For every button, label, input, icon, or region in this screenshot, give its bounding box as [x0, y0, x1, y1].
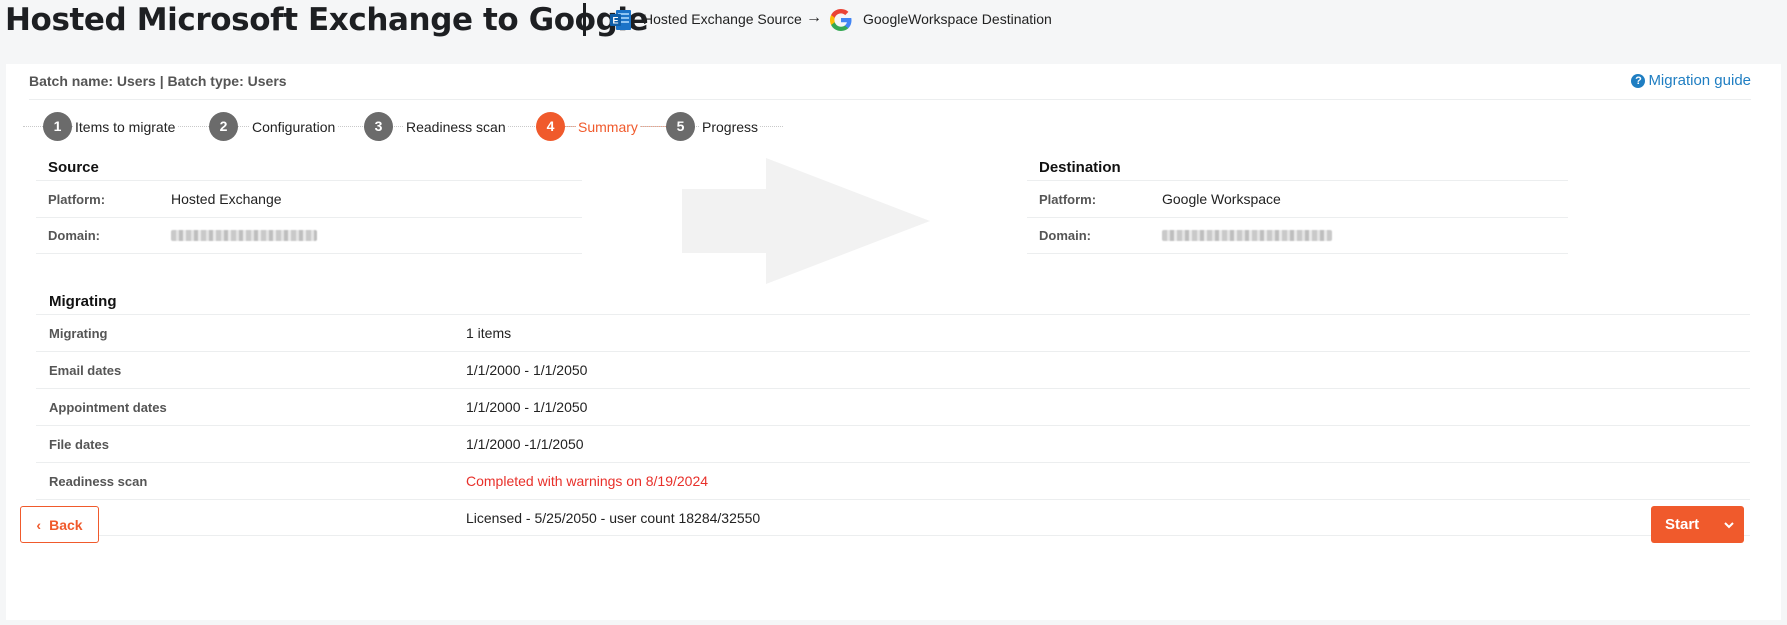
start-label: Start: [1665, 516, 1700, 533]
source-panel: Source Platform: Hosted Exchange Domain:: [36, 156, 582, 254]
step-number: 5: [666, 112, 695, 141]
step-label: Configuration: [250, 118, 338, 135]
back-label: Back: [49, 516, 83, 533]
row-value: 1 items: [466, 325, 512, 341]
source-domain-row: Domain:: [36, 217, 582, 254]
page-title: Hosted Microsoft Exchange to Google: [5, 2, 649, 38]
chevron-left-icon: ‹: [36, 516, 42, 533]
start-button[interactable]: Start: [1651, 506, 1744, 543]
destination-platform-row: Platform: Google Workspace: [1027, 180, 1568, 217]
destination-panel: Destination Platform: Google Workspace D…: [1027, 156, 1568, 254]
step-label: Summary: [576, 118, 640, 135]
migrating-title: Migrating: [49, 293, 117, 310]
title-divider: [583, 3, 586, 36]
redacted-domain: [1162, 228, 1332, 244]
table-row: License Licensed - 5/25/2050 - user coun…: [36, 499, 1750, 536]
step-readiness-scan[interactable]: 3 Readiness scan: [364, 112, 508, 141]
wizard-stepper: 1 Items to migrate 2 Configuration 3 Rea…: [23, 111, 783, 143]
divider: [29, 99, 1751, 100]
redacted-domain: [171, 228, 317, 244]
back-button[interactable]: ‹ Back: [20, 506, 99, 543]
row-key: File dates: [49, 436, 109, 452]
row-key: Platform:: [1039, 191, 1097, 207]
arrow-right-icon: →: [806, 9, 822, 26]
batch-info: Batch name: Users | Batch type: Users: [29, 73, 287, 89]
step-number: 1: [43, 112, 72, 141]
table-row: Migrating 1 items: [36, 314, 1750, 351]
step-configuration[interactable]: 2 Configuration: [209, 112, 338, 141]
step-label: Progress: [700, 118, 761, 135]
step-number: 4: [536, 112, 565, 141]
row-key: Domain:: [1039, 228, 1091, 243]
destination-title: Destination: [1039, 159, 1121, 176]
table-row: Appointment dates 1/1/2000 - 1/1/2050: [36, 388, 1750, 425]
row-key: Platform:: [48, 191, 106, 207]
row-key: Migrating: [49, 325, 108, 341]
row-value: 1/1/2000 - 1/1/2050: [466, 399, 588, 415]
row-key: Domain:: [48, 228, 100, 243]
table-row: File dates 1/1/2000 -1/1/2050: [36, 425, 1750, 462]
row-value: Google Workspace: [1162, 191, 1281, 207]
row-key: Appointment dates: [49, 399, 167, 415]
table-row: Email dates 1/1/2000 - 1/1/2050: [36, 351, 1750, 388]
readiness-status: Completed with warnings on 8/19/2024: [466, 473, 709, 489]
row-value: Licensed - 5/25/2050 - user count 18284/…: [466, 509, 761, 526]
step-label: Items to migrate: [73, 118, 178, 135]
direction-arrow-icon: [682, 158, 930, 284]
chevron-down-icon[interactable]: [1714, 518, 1744, 532]
migrating-section: Migrating Migrating 1 items Email dates …: [36, 289, 1750, 536]
step-summary[interactable]: 4 Summary: [536, 112, 640, 141]
migration-guide-label: Migration guide: [1648, 72, 1751, 89]
destination-platform-label: GoogleWorkspace Destination: [863, 11, 1052, 27]
row-value: Hosted Exchange: [171, 191, 282, 207]
page-header: Hosted Microsoft Exchange to Google E Ho…: [0, 0, 1787, 48]
step-items-to-migrate[interactable]: 1 Items to migrate: [43, 112, 178, 141]
source-platform-label: Hosted Exchange Source: [643, 11, 802, 27]
help-icon: ?: [1631, 73, 1646, 88]
step-label: Readiness scan: [404, 118, 508, 135]
summary-card: Batch name: Users | Batch type: Users ? …: [6, 64, 1781, 620]
row-value: 1/1/2000 -1/1/2050: [466, 436, 584, 452]
destination-domain-row: Domain:: [1027, 217, 1568, 254]
row-key: License: [36, 510, 466, 525]
row-key: Email dates: [49, 362, 122, 378]
source-title: Source: [48, 159, 99, 176]
step-number: 2: [209, 112, 238, 141]
step-number: 3: [364, 112, 393, 141]
source-platform-row: Platform: Hosted Exchange: [36, 180, 582, 217]
step-progress[interactable]: 5 Progress: [666, 112, 761, 141]
row-value: 1/1/2000 - 1/1/2050: [466, 362, 588, 378]
svg-text:E: E: [612, 16, 618, 26]
google-icon: [830, 9, 852, 31]
exchange-icon: E: [610, 10, 631, 30]
migration-guide-link[interactable]: ? Migration guide: [1631, 72, 1751, 89]
row-key: Readiness scan: [49, 473, 148, 489]
table-row: Readiness scan Completed with warnings o…: [36, 462, 1750, 499]
